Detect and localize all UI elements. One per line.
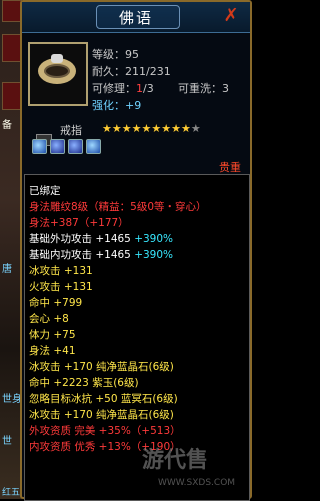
watermark: 游代售 WWW.SXDS.COM bbox=[142, 442, 252, 494]
attribute-bonus: +390% bbox=[134, 249, 174, 261]
attribute-line: 身法雕纹8级（精益：5级0等・穿心） bbox=[29, 201, 207, 213]
attribute-line: 冰攻击 +170 纯净蓝晶石(6级) bbox=[29, 361, 174, 373]
item-type: 戒指 bbox=[60, 124, 82, 137]
close-icon[interactable]: ✗ bbox=[222, 6, 240, 26]
side-label: 唐 bbox=[2, 264, 12, 275]
attribute-line: 火攻击 +131 bbox=[29, 281, 93, 293]
watermark-url: WWW.SXDS.COM bbox=[158, 478, 236, 488]
watermark-text: 游代售 bbox=[142, 447, 209, 473]
side-label: 世 bbox=[2, 436, 12, 447]
socket-gem-icon[interactable] bbox=[50, 139, 65, 154]
repair-total: /3 bbox=[143, 82, 154, 95]
attribute-line: 身法 +41 bbox=[29, 345, 76, 357]
enhance-row: 强化：+9 bbox=[92, 97, 141, 113]
durability-label: 耐久： bbox=[92, 65, 125, 78]
rarity-label: 贵重 bbox=[219, 161, 241, 174]
item-icon-slot[interactable] bbox=[28, 42, 88, 146]
socket-gem-icon[interactable] bbox=[32, 139, 47, 154]
level-label: 等级： bbox=[92, 48, 125, 61]
durability-row: 耐久：211/231 bbox=[92, 63, 171, 79]
durability-value: 211/231 bbox=[125, 65, 171, 78]
attribute-line: 命中 +2223 紫玉(6级) bbox=[29, 377, 139, 389]
attribute-line: 忽略目标冰抗 +50 蓝冥石(6级) bbox=[29, 393, 178, 405]
attribute-bonus: +390% bbox=[134, 233, 174, 245]
ring-gem-icon bbox=[51, 54, 63, 63]
side-slot bbox=[2, 34, 22, 62]
enhance-label: 强化： bbox=[92, 99, 125, 112]
repair-row: 可修理：1/3 bbox=[92, 80, 154, 96]
attribute-line: 会心 +8 bbox=[29, 313, 69, 325]
attribute-line: 身法+387（+177） bbox=[29, 217, 129, 229]
attribute-text: 基础外功攻击 +1465 bbox=[29, 233, 131, 245]
socket-gem-icon[interactable] bbox=[68, 139, 83, 154]
attribute-text: 基础内功攻击 +1465 bbox=[29, 249, 131, 261]
side-slot bbox=[2, 0, 22, 22]
socket-gem-icon[interactable] bbox=[86, 139, 101, 154]
item-tooltip-panel: 佛语 ✗ 等级：95 耐久：211/231 可修理：1/3 可重洗：3 强化：+… bbox=[20, 0, 252, 501]
background-left-strip: 备 唐 世身 世 红五 bbox=[0, 0, 22, 499]
rewash-label: 可重洗： bbox=[178, 82, 222, 95]
side-label: 备 bbox=[2, 120, 12, 131]
attribute-line: 命中 +799 bbox=[29, 297, 83, 309]
item-name: 佛语 bbox=[118, 9, 153, 27]
rewash-value: 3 bbox=[222, 82, 229, 95]
attribute-line: 基础外功攻击 +1465 +390% bbox=[29, 231, 173, 246]
attribute-line: 外攻资质 完美 +35%（+513） bbox=[29, 425, 181, 437]
side-label: 红五 bbox=[2, 488, 21, 498]
star-rating: ★★★★★★★★★★ bbox=[102, 122, 201, 135]
level-row: 等级：95 bbox=[92, 46, 139, 62]
level-value: 95 bbox=[125, 48, 139, 61]
title-bar: 佛语 ✗ bbox=[22, 2, 250, 33]
attribute-line: 已绑定 bbox=[29, 185, 61, 197]
attribute-line: 冰攻击 +131 bbox=[29, 265, 93, 277]
enhance-value: +9 bbox=[125, 99, 142, 112]
attribute-line: 基础内功攻击 +1465 +390% bbox=[29, 247, 173, 262]
attribute-line: 体力 +75 bbox=[29, 329, 76, 341]
side-label: 世身 bbox=[2, 394, 22, 405]
repair-current: 1 bbox=[136, 82, 143, 95]
attribute-line: 冰攻击 +170 纯净蓝晶石(6级) bbox=[29, 409, 174, 421]
rewash-row: 可重洗：3 bbox=[178, 80, 229, 96]
side-slot bbox=[2, 82, 22, 110]
repair-label: 可修理： bbox=[92, 82, 136, 95]
